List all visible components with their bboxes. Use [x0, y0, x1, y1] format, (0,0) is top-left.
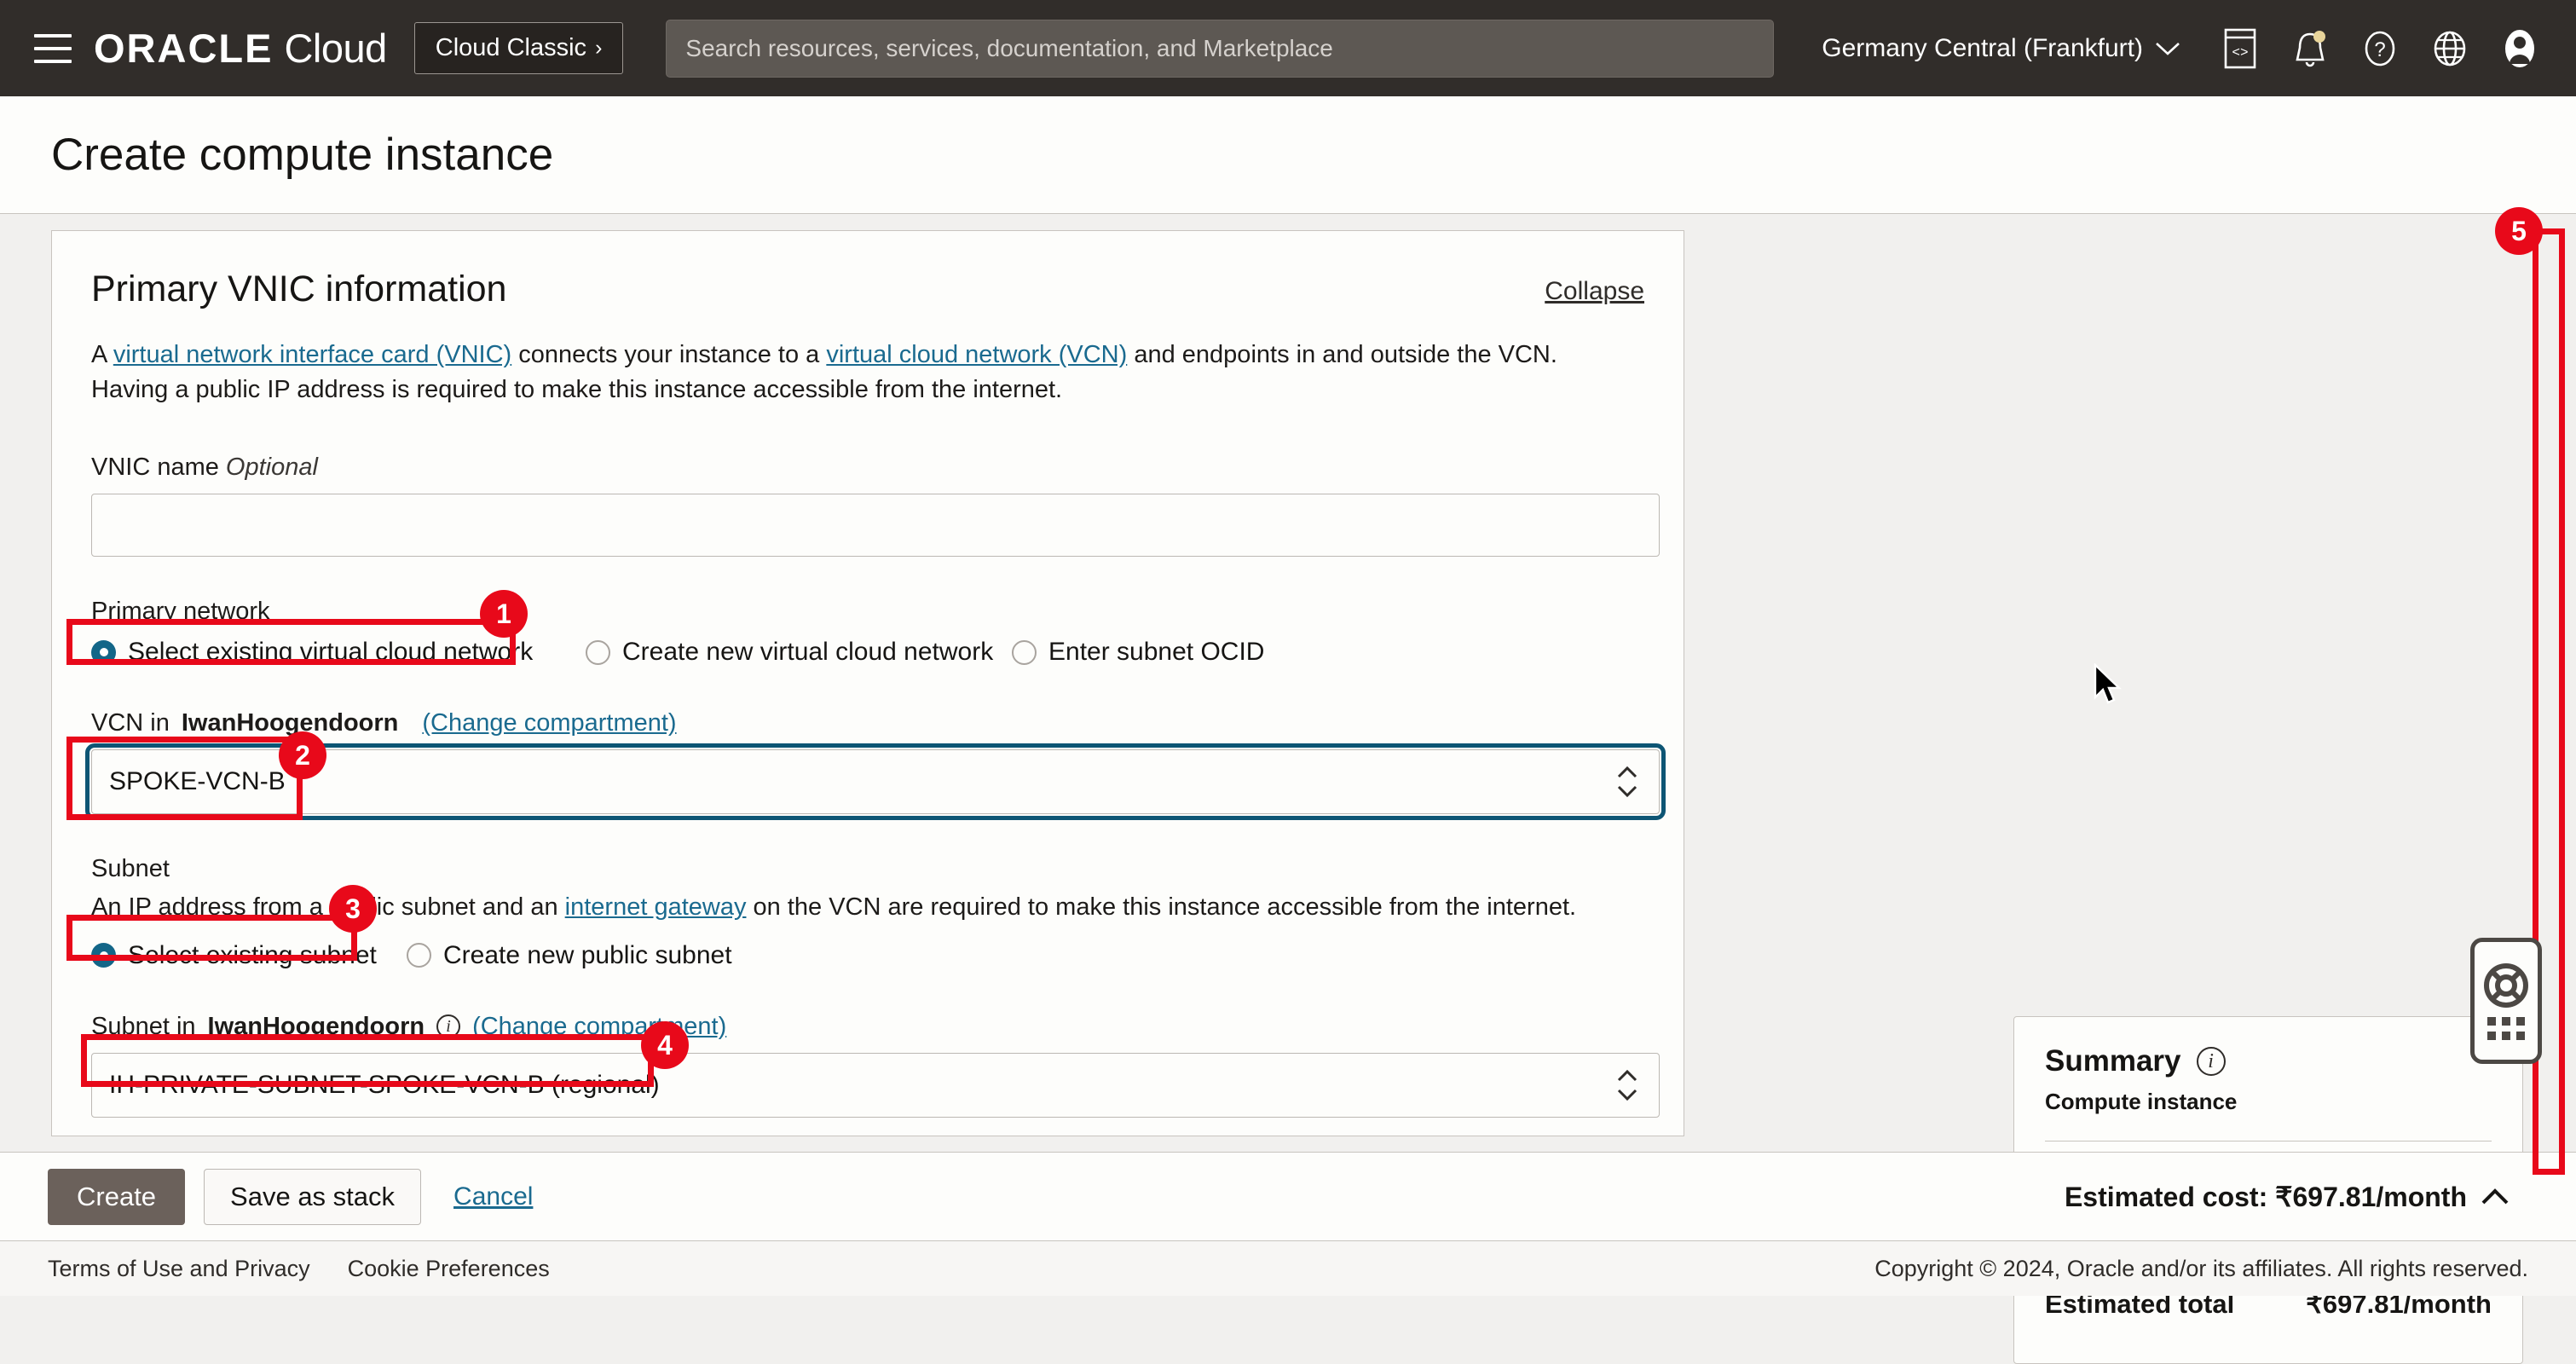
global-search-input[interactable]: Search resources, services, documentatio…	[666, 19, 1775, 78]
vnic-name-label: VNIC name Optional	[91, 454, 1644, 482]
chevron-right-icon: ›	[595, 36, 603, 60]
copyright-text: Copyright © 2024, Oracle and/or its affi…	[1874, 1255, 2528, 1281]
vnic-description: A virtual network interface card (VNIC) …	[91, 338, 1626, 407]
subnet-radio-group: Select existing subnet Create new public…	[91, 941, 1644, 970]
notifications-bell-icon[interactable]	[2288, 26, 2332, 71]
chevron-down-icon	[2156, 42, 2180, 55]
cancel-link[interactable]: Cancel	[453, 1182, 533, 1211]
subnet-change-compartment-link[interactable]: (Change compartment)	[472, 1013, 726, 1041]
radio-enter-subnet-ocid[interactable]: Enter subnet OCID	[1012, 638, 1264, 667]
vcn-label-prefix: VCN in	[91, 709, 170, 737]
summary-title-row: Summary i	[2045, 1044, 2492, 1078]
drag-grip-icon[interactable]	[2487, 1016, 2525, 1040]
cookie-preferences-link[interactable]: Cookie Preferences	[348, 1256, 550, 1282]
hamburger-menu-icon[interactable]	[34, 33, 72, 63]
life-ring-help-icon	[2484, 962, 2528, 1008]
subnet-desc-part-2: on the VCN are required to make this ins…	[746, 893, 1577, 922]
help-question-icon[interactable]: ?	[2358, 26, 2402, 71]
radio-indicator-selected	[91, 943, 116, 968]
radio-label: Enter subnet OCID	[1048, 638, 1265, 667]
page-title-bar: Create compute instance	[0, 96, 2576, 214]
vcn-compartment-label: VCN in IwanHoogendoorn (Change compartme…	[91, 709, 1644, 737]
estimated-cost-toggle[interactable]: Estimated cost: ₹697.81/month	[2065, 1181, 2528, 1213]
internet-gateway-link[interactable]: internet gateway	[565, 893, 747, 921]
primary-vnic-information-card: Primary VNIC information Collapse A virt…	[51, 230, 1684, 1136]
radio-label: Create new public subnet	[443, 940, 732, 969]
brand-oracle-text: ORACLE	[94, 26, 274, 71]
select-stepper-icon	[1616, 1069, 1638, 1101]
radio-indicator	[1012, 639, 1037, 665]
info-icon[interactable]: i	[2196, 1047, 2226, 1076]
top-navigation-bar: ORACLE Cloud Cloud Classic › Search reso…	[0, 0, 2576, 96]
subnet-group-label: Subnet	[91, 855, 170, 883]
page-footer: Terms of Use and Privacy Cookie Preferen…	[0, 1241, 2576, 1296]
support-widget[interactable]	[2470, 938, 2542, 1064]
summary-title: Summary	[2045, 1044, 2181, 1078]
radio-label: Create new virtual cloud network	[622, 638, 994, 667]
subnet-select[interactable]: IH-PRIVATE-SUBNET-SPOKE-VCN-B (regional)	[91, 1052, 1660, 1118]
cloud-classic-button[interactable]: Cloud Classic ›	[413, 22, 624, 74]
page-title: Create compute instance	[51, 130, 554, 180]
vcn-selected-value: SPOKE-VCN-B	[109, 767, 286, 796]
primary-network-radio-group: Select existing virtual cloud network Cr…	[91, 638, 1644, 667]
save-as-stack-button[interactable]: Save as stack	[204, 1168, 422, 1225]
svg-text:<>: <>	[2232, 45, 2248, 61]
vcn-select[interactable]: SPOKE-VCN-B	[85, 743, 1666, 821]
subnet-label-prefix: Subnet in	[91, 1012, 196, 1040]
vnic-name-label-text: VNIC name	[91, 454, 219, 482]
vcn-compartment-name: IwanHoogendoorn	[181, 709, 399, 737]
radio-indicator-selected	[91, 639, 116, 665]
subnet-description: An IP address from a public subnet and a…	[91, 890, 1626, 925]
vcn-change-compartment-link[interactable]: (Change compartment)	[422, 709, 676, 737]
main-content: Primary VNIC information Collapse A virt…	[0, 214, 2576, 1364]
header-actions: Germany Central (Frankfurt) <> ?	[1822, 26, 2550, 71]
radio-create-new-public-subnet[interactable]: Create new public subnet	[407, 941, 732, 970]
radio-indicator	[407, 943, 431, 968]
vnic-name-optional-text: Optional	[225, 454, 318, 482]
subnet-compartment-label: Subnet in IwanHoogendoorn i (Change comp…	[91, 1013, 1644, 1041]
vnic-name-input[interactable]	[91, 494, 1660, 558]
subnet-desc-part-1: An IP address from a public subnet and a…	[91, 893, 565, 922]
radio-create-new-vcn[interactable]: Create new virtual cloud network	[586, 638, 1012, 667]
search-placeholder-text: Search resources, services, documentatio…	[685, 34, 1333, 61]
desc-part-1: A	[91, 341, 113, 368]
cloud-classic-label: Cloud Classic	[435, 34, 587, 61]
collapse-link[interactable]: Collapse	[1545, 277, 1644, 306]
radio-label: Select existing virtual cloud network	[128, 638, 534, 667]
primary-network-label: Primary network	[91, 598, 270, 626]
user-avatar-icon[interactable]	[2498, 26, 2542, 71]
radio-indicator	[586, 639, 610, 665]
vnic-doc-link[interactable]: virtual network interface card (VNIC)	[113, 341, 511, 368]
terms-of-use-link[interactable]: Terms of Use and Privacy	[48, 1256, 310, 1282]
estimated-cost-label: Estimated cost: ₹697.81/month	[2064, 1181, 2467, 1212]
region-label: Germany Central (Frankfurt)	[1822, 33, 2143, 62]
vcn-doc-link[interactable]: virtual cloud network (VCN)	[826, 341, 1127, 368]
action-bar: Create Save as stack Cancel Estimated co…	[0, 1152, 2576, 1241]
subnet-compartment-name: IwanHoogendoorn	[207, 1012, 425, 1040]
chevron-up-icon	[2481, 1188, 2509, 1204]
oracle-cloud-logo[interactable]: ORACLE Cloud	[94, 25, 387, 72]
cloud-shell-icon[interactable]: <>	[2218, 26, 2262, 71]
svg-text:?: ?	[2374, 38, 2385, 61]
desc-part-2: connects your instance to a	[511, 341, 827, 368]
language-globe-icon[interactable]	[2428, 26, 2472, 71]
info-icon[interactable]: i	[436, 1014, 461, 1039]
subnet-selected-value: IH-PRIVATE-SUBNET-SPOKE-VCN-B (regional)	[109, 1070, 660, 1099]
region-selector[interactable]: Germany Central (Frankfurt)	[1822, 34, 2180, 63]
brand-cloud-text: Cloud	[284, 26, 387, 71]
select-stepper-icon	[1616, 766, 1638, 798]
summary-subtitle: Compute instance	[2045, 1089, 2238, 1114]
radio-select-existing-subnet[interactable]: Select existing subnet	[91, 941, 407, 970]
card-heading: Primary VNIC information	[91, 269, 507, 309]
radio-label: Select existing subnet	[128, 940, 377, 969]
card-header: Primary VNIC information Collapse	[91, 269, 1644, 310]
radio-select-existing-vcn[interactable]: Select existing virtual cloud network	[91, 638, 586, 667]
create-button[interactable]: Create	[48, 1168, 186, 1225]
